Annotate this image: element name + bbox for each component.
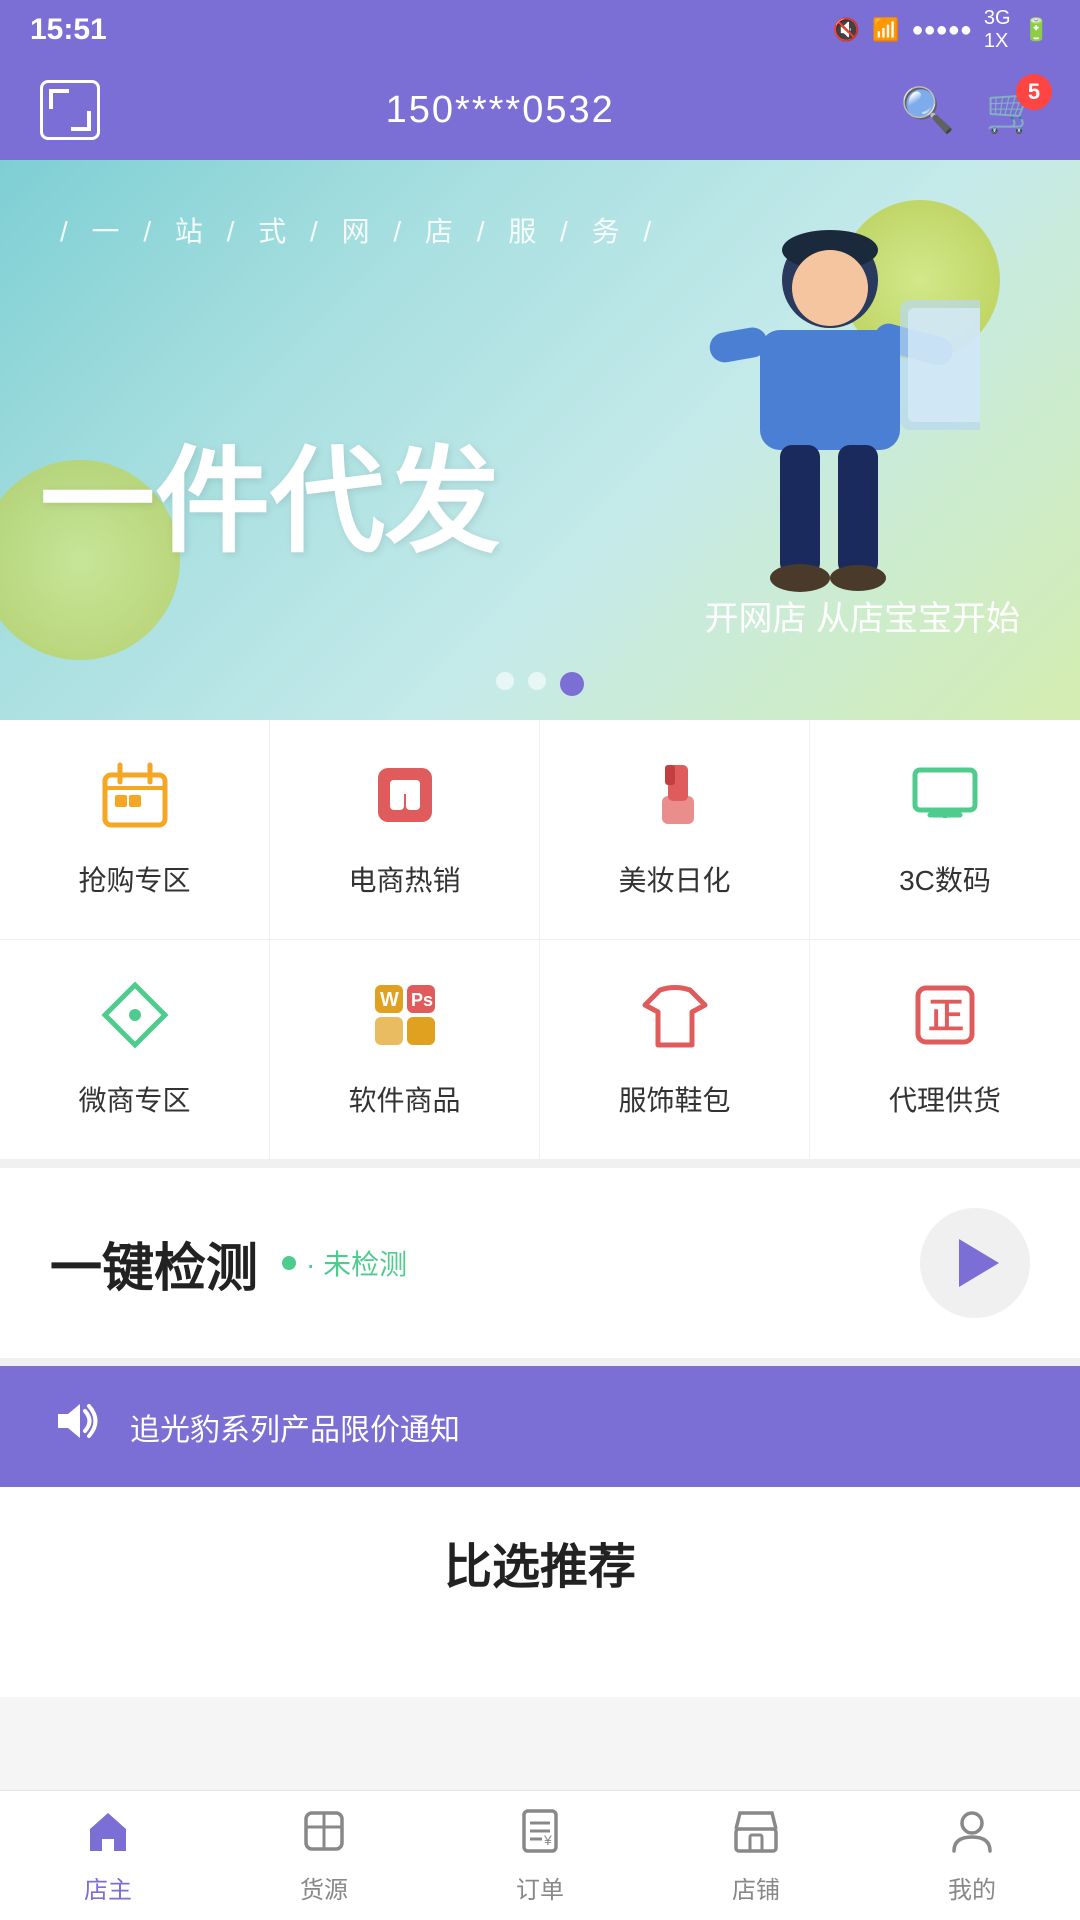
tab-item-profile[interactable]: 我的 bbox=[864, 1791, 1080, 1920]
dot-2 bbox=[528, 672, 546, 690]
tab-bar: 店主 货源 ¥ 订单 bbox=[0, 1790, 1080, 1920]
play-triangle-icon bbox=[959, 1239, 999, 1287]
notice-bar[interactable]: 追光豹系列产品限价通知 bbox=[0, 1366, 1080, 1487]
header-right: 🔍 🛒 5 bbox=[900, 84, 1040, 136]
category-item-wechat[interactable]: 微商专区 bbox=[0, 940, 270, 1160]
speaker-icon bbox=[50, 1396, 100, 1457]
banner-subtitle: / 一 / 站 / 式 / 网 / 店 / 服 / 务 / bbox=[60, 210, 659, 250]
search-button[interactable]: 🔍 bbox=[900, 84, 955, 136]
tab-label-home: 店主 bbox=[84, 1870, 132, 1905]
tab-item-store[interactable]: 店铺 bbox=[648, 1791, 864, 1920]
detection-title: 一键检测 bbox=[50, 1226, 258, 1301]
flash-sale-icon bbox=[100, 760, 170, 841]
category-item-ecommerce[interactable]: 电商热销 bbox=[270, 720, 540, 940]
clothing-icon bbox=[640, 980, 710, 1061]
category-label-wechat: 微商专区 bbox=[78, 1079, 190, 1119]
tab-label-order: 订单 bbox=[516, 1870, 564, 1905]
header: 150****0532 🔍 🛒 5 bbox=[0, 60, 1080, 160]
detection-status-text: · 未检测 bbox=[306, 1243, 407, 1283]
tab-item-home[interactable]: 店主 bbox=[0, 1791, 216, 1920]
dot-1 bbox=[496, 672, 514, 690]
agency-icon: 正 bbox=[910, 980, 980, 1061]
ecommerce-icon bbox=[370, 760, 440, 841]
section-title: 比选推荐 bbox=[50, 1527, 1030, 1597]
wifi-icon: 📶 bbox=[872, 17, 899, 43]
order-icon: ¥ bbox=[516, 1807, 564, 1862]
home-icon bbox=[84, 1807, 132, 1862]
svg-text:W: W bbox=[380, 989, 399, 1011]
category-label-agency: 代理供货 bbox=[889, 1079, 1001, 1119]
notice-text: 追光豹系列产品限价通知 bbox=[130, 1405, 460, 1449]
banner-dots bbox=[496, 672, 584, 696]
banner-main-text: 一件代发 bbox=[40, 445, 500, 560]
tab-label-supply: 货源 bbox=[300, 1870, 348, 1905]
banner-sub-text: 开网店 从店宝宝开始 bbox=[705, 591, 1020, 640]
category-item-clothing[interactable]: 服饰鞋包 bbox=[540, 940, 810, 1160]
detection-status: · 未检测 bbox=[282, 1243, 407, 1283]
detection-play-button[interactable] bbox=[920, 1208, 1030, 1318]
category-item-beauty[interactable]: 美妆日化 bbox=[540, 720, 810, 940]
category-label-software: 软件商品 bbox=[348, 1079, 460, 1119]
detection-section: 一键检测 · 未检测 bbox=[0, 1168, 1080, 1366]
category-label-clothing: 服饰鞋包 bbox=[618, 1079, 730, 1119]
dot-3 bbox=[560, 672, 584, 696]
category-item-flash-sale[interactable]: 抢购专区 bbox=[0, 720, 270, 940]
category-grid: 抢购专区 电商热销 美妆日化 bbox=[0, 720, 1080, 1168]
software-icon: W Ps bbox=[370, 980, 440, 1061]
battery-icon: 🔋 bbox=[1023, 17, 1050, 43]
banner[interactable]: / 一 / 站 / 式 / 网 / 店 / 服 / 务 / 一件代发 开网店 从… bbox=[0, 160, 1080, 720]
category-label-digital: 3C数码 bbox=[899, 859, 991, 899]
signal-icon: ●●●●● bbox=[912, 19, 972, 42]
svg-text:正: 正 bbox=[928, 995, 964, 1036]
status-time: 15:51 bbox=[30, 13, 107, 47]
detection-status-dot bbox=[282, 1256, 296, 1270]
supply-icon bbox=[300, 1807, 348, 1862]
profile-icon bbox=[948, 1807, 996, 1862]
beauty-icon bbox=[640, 760, 710, 841]
tab-item-order[interactable]: ¥ 订单 bbox=[432, 1791, 648, 1920]
detection-left: 一键检测 · 未检测 bbox=[50, 1226, 407, 1301]
category-item-digital[interactable]: 3C数码 bbox=[810, 720, 1080, 940]
category-item-software[interactable]: W Ps 软件商品 bbox=[270, 940, 540, 1160]
svg-text:¥: ¥ bbox=[543, 1832, 552, 1848]
status-icons: 🔇 📶 ●●●●● 3G1X 🔋 bbox=[833, 7, 1050, 53]
store-icon bbox=[732, 1807, 780, 1862]
category-label-ecommerce: 电商热销 bbox=[348, 859, 460, 899]
banner-person-illustration bbox=[680, 220, 980, 640]
network-type: 3G1X bbox=[984, 7, 1011, 53]
scan-button[interactable] bbox=[40, 80, 100, 140]
category-label-beauty: 美妆日化 bbox=[618, 859, 730, 899]
header-title: 150****0532 bbox=[386, 89, 615, 132]
tab-label-profile: 我的 bbox=[948, 1870, 996, 1905]
digital-icon bbox=[910, 760, 980, 841]
category-item-agency[interactable]: 正 代理供货 bbox=[810, 940, 1080, 1160]
wechat-icon bbox=[100, 980, 170, 1061]
status-bar: 15:51 🔇 📶 ●●●●● 3G1X 🔋 bbox=[0, 0, 1080, 60]
cart-button[interactable]: 🛒 5 bbox=[985, 84, 1040, 136]
section-title-area: 比选推荐 bbox=[0, 1487, 1080, 1697]
tab-item-supply[interactable]: 货源 bbox=[216, 1791, 432, 1920]
category-label-flash-sale: 抢购专区 bbox=[78, 859, 190, 899]
mute-icon: 🔇 bbox=[833, 17, 860, 43]
cart-badge: 5 bbox=[1016, 74, 1052, 110]
tab-label-store: 店铺 bbox=[732, 1870, 780, 1905]
svg-text:Ps: Ps bbox=[411, 990, 433, 1010]
